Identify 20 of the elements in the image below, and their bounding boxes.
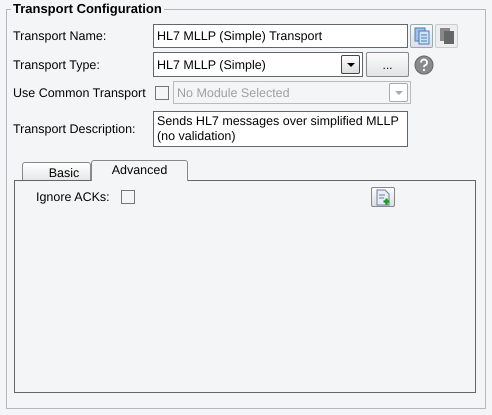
field-label: Use Common Transport <box>13 86 147 100</box>
documents-icon[interactable] <box>438 27 454 45</box>
field-label: Transport Name: <box>13 29 108 43</box>
copy-button[interactable] <box>410 24 433 48</box>
browse-button[interactable]: ... <box>366 52 409 77</box>
field-label: Transport Description: <box>13 122 136 136</box>
tab[interactable]: Advanced <box>91 160 188 181</box>
tab[interactable]: Basic <box>22 162 91 180</box>
copy-button[interactable] <box>435 24 458 48</box>
field-label: Transport Type: <box>13 58 101 72</box>
option-label: Ignore ACKs: <box>36 190 111 204</box>
text-area[interactable]: Sends HL7 messages over simplified MLLP (no validation) <box>153 111 408 147</box>
text-field[interactable]: HL7 MLLP (Simple) Transport <box>153 24 408 48</box>
document-plus-icon[interactable] <box>375 188 391 206</box>
group-title: Transport Configuration <box>11 1 164 16</box>
documents-icon[interactable] <box>414 27 430 45</box>
dropdown[interactable]: HL7 MLLP (Simple) <box>153 52 363 77</box>
help-icon[interactable] <box>414 54 434 74</box>
checkbox[interactable] <box>121 190 135 204</box>
add-document-button[interactable] <box>371 187 395 207</box>
